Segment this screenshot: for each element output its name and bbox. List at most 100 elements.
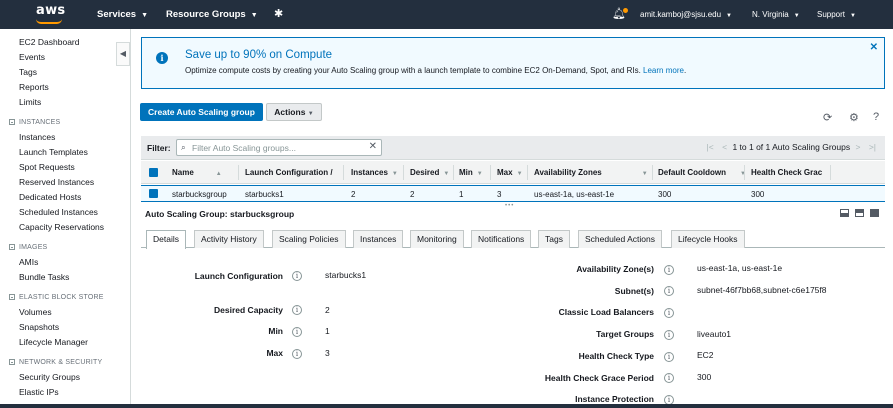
account-menu[interactable]: amit.kamboj@sjsu.edu ▼ [640, 10, 732, 19]
sidebar-item-instances[interactable]: Instances [19, 132, 55, 142]
sidebar-item-spot-requests[interactable]: Spot Requests [19, 162, 75, 172]
cell-max: 3 [497, 190, 502, 199]
sort-asc-icon: ▲ [215, 171, 222, 177]
field-value-subnets: subnet-46f7bb68,subnet-c6e175f8 [697, 285, 827, 295]
info-icon[interactable]: i [664, 286, 674, 296]
info-icon[interactable]: i [292, 349, 302, 359]
table-row[interactable]: starbucksgroup starbucks1 2 2 1 3 us-eas… [141, 185, 885, 202]
help-icon[interactable]: ? [873, 111, 879, 123]
sidebar-item-launch-templates[interactable]: Launch Templates [19, 147, 88, 157]
close-icon[interactable]: ✕ [870, 42, 878, 53]
info-icon[interactable]: i [664, 308, 674, 318]
tab-scheduled-actions[interactable]: Scheduled Actions [578, 230, 662, 248]
column-header-launch-configuration[interactable]: Launch Configuration / [245, 168, 333, 177]
last-page-icon[interactable]: >| [869, 142, 876, 152]
column-header-min[interactable]: Min ▼ [459, 168, 483, 177]
sidebar-section-ebs[interactable]: ELASTIC BLOCK STORE [9, 294, 104, 301]
cell-name: starbucksgroup [172, 190, 227, 199]
refresh-icon[interactable]: ⟳ [823, 111, 832, 124]
resize-handle[interactable]: ••• [505, 203, 514, 209]
tab-lifecycle-hooks[interactable]: Lifecycle Hooks [671, 230, 745, 248]
sidebar-section-instances[interactable]: INSTANCES [9, 119, 60, 126]
sidebar-item-capacity-reservations[interactable]: Capacity Reservations [19, 222, 104, 232]
tab-monitoring[interactable]: Monitoring [410, 230, 464, 248]
aws-logo[interactable]: aws [36, 3, 65, 18]
aws-logo-smile [36, 19, 62, 24]
sidebar-section-title: INSTANCES [19, 119, 61, 126]
sidebar-collapse-button[interactable]: ◀ [116, 42, 130, 66]
gear-icon[interactable]: ⚙ [849, 111, 859, 124]
column-header-health-check-grace[interactable]: Health Check Grac [751, 168, 822, 177]
sidebar-item-limits[interactable]: Limits [19, 97, 41, 107]
pin-icon[interactable]: ✱ [274, 7, 283, 20]
support-menu[interactable]: Support ▼ [817, 10, 856, 19]
column-header-instances[interactable]: Instances ▼ [351, 168, 398, 177]
panel-bottom-icon[interactable] [840, 209, 849, 217]
banner-description-text: Optimize compute costs by creating your … [185, 66, 641, 75]
field-value-min: 1 [325, 326, 330, 336]
sidebar-item-volumes[interactable]: Volumes [19, 307, 52, 317]
tab-notifications[interactable]: Notifications [471, 230, 532, 248]
column-header-availability-zones[interactable]: Availability Zones ▼ [534, 168, 648, 177]
promo-banner: i Save up to 90% on Compute Optimize com… [141, 37, 885, 89]
sidebar-item-snapshots[interactable]: Snapshots [19, 322, 59, 332]
tab-details[interactable]: Details [146, 230, 186, 249]
row-checkbox[interactable] [149, 189, 158, 198]
account-label: amit.kamboj@sjsu.edu [640, 10, 722, 19]
clear-icon[interactable]: ✕ [369, 141, 377, 152]
sort-icon: ▼ [391, 171, 398, 177]
info-icon[interactable]: i [292, 271, 302, 281]
collapse-icon [9, 119, 15, 126]
column-header-default-cooldown[interactable]: Default Cooldown ▼ [658, 168, 746, 177]
column-header-desired[interactable]: Desired ▼ [410, 168, 449, 177]
region-menu[interactable]: N. Virginia ▼ [752, 10, 800, 19]
info-icon[interactable]: i [664, 373, 674, 383]
select-all-checkbox[interactable] [149, 168, 158, 177]
learn-more-link[interactable]: Learn more [643, 66, 684, 75]
sidebar-item-reports[interactable]: Reports [19, 82, 49, 92]
filter-input[interactable]: ⌕ Filter Auto Scaling groups... ✕ [176, 139, 382, 156]
prev-page-icon[interactable]: < [722, 142, 727, 152]
resource-groups-menu[interactable]: Resource Groups ▼ [166, 9, 258, 20]
column-header-max[interactable]: Max ▼ [497, 168, 523, 177]
sidebar-section-images[interactable]: IMAGES [9, 244, 47, 251]
field-value-availability-zones: us-east-1a, us-east-1e [697, 263, 783, 273]
column-label: Default Cooldown [658, 168, 726, 177]
info-icon[interactable]: i [664, 330, 674, 340]
field-value-health-check-type: EC2 [697, 350, 714, 360]
actions-button[interactable]: Actions ▼ [266, 103, 322, 121]
info-icon[interactable]: i [664, 352, 674, 362]
create-auto-scaling-group-button[interactable]: Create Auto Scaling group [140, 103, 263, 121]
tab-activity-history[interactable]: Activity History [194, 230, 264, 248]
sidebar-item-tags[interactable]: Tags [19, 67, 37, 77]
info-icon[interactable]: i [292, 305, 302, 315]
sidebar-item-lifecycle-manager[interactable]: Lifecycle Manager [19, 337, 88, 347]
panel-split-icon[interactable] [855, 209, 864, 217]
column-header-name[interactable]: Name ▲ [172, 168, 222, 177]
sidebar-item-ec2-dashboard[interactable]: EC2 Dashboard [19, 37, 79, 47]
tab-instances[interactable]: Instances [353, 230, 404, 248]
field-label-health-check-type: Health Check Type [578, 351, 654, 361]
banner-description: Optimize compute costs by creating your … [185, 66, 686, 75]
sidebar-item-security-groups[interactable]: Security Groups [19, 372, 80, 382]
next-page-icon[interactable]: > [855, 142, 860, 152]
sidebar-item-elastic-ips[interactable]: Elastic IPs [19, 387, 59, 397]
first-page-icon[interactable]: |< [707, 142, 714, 152]
tab-scaling-policies[interactable]: Scaling Policies [272, 230, 346, 248]
sidebar-item-dedicated-hosts[interactable]: Dedicated Hosts [19, 192, 81, 202]
info-icon[interactable]: i [292, 327, 302, 337]
sidebar-section-network-security[interactable]: NETWORK & SECURITY [9, 359, 102, 366]
sidebar-item-amis[interactable]: AMIs [19, 257, 38, 267]
panel-full-icon[interactable] [870, 209, 879, 217]
tab-tags[interactable]: Tags [538, 230, 570, 248]
sidebar-item-reserved-instances[interactable]: Reserved Instances [19, 177, 94, 187]
sidebar-item-scheduled-instances[interactable]: Scheduled Instances [19, 207, 98, 217]
filter-label: Filter: [147, 143, 171, 153]
support-label: Support [817, 10, 846, 19]
services-menu[interactable]: Services ▼ [97, 9, 148, 20]
sidebar-item-bundle-tasks[interactable]: Bundle Tasks [19, 272, 69, 282]
info-icon[interactable]: i [664, 265, 674, 275]
actions-label: Actions [274, 107, 306, 117]
collapse-icon [9, 294, 15, 301]
sidebar-item-events[interactable]: Events [19, 52, 45, 62]
